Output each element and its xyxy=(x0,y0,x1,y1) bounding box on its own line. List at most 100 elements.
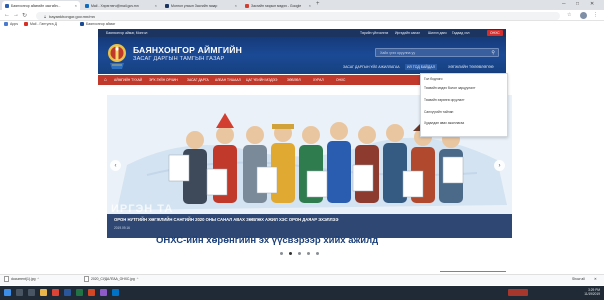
slide-dot-active[interactable] xyxy=(289,252,292,255)
favicon-icon xyxy=(85,3,89,8)
nav-item[interactable]: ЦАГ ҮЕИЙН МЭДЭЭ xyxy=(246,78,277,82)
close-tab-icon[interactable]: × xyxy=(155,3,157,8)
avatar[interactable] xyxy=(580,12,587,19)
plus-icon[interactable]: + xyxy=(316,1,320,7)
minimize-button[interactable]: ─ xyxy=(562,1,566,7)
search-icon[interactable]: ⚲ xyxy=(491,50,495,56)
progress-line xyxy=(440,271,506,272)
tab-title: Mail - Хэрэглэгч@mail.gov.mn xyxy=(91,3,139,8)
powerpoint-icon[interactable] xyxy=(88,289,95,296)
tab-title: Засгийн газрын мэдээ - Google xyxy=(251,3,302,8)
chevron-right-icon: › xyxy=(498,162,501,169)
soyombo-emblem-icon[interactable] xyxy=(106,41,128,71)
nav-item[interactable]: АЛБАН ТУШААЛ xyxy=(215,78,241,82)
home-icon[interactable]: ⌂ xyxy=(104,77,107,83)
nav-item[interactable]: ХУРАЛ xyxy=(313,78,324,82)
close-window-button[interactable]: ✕ xyxy=(590,1,594,7)
slide-dot[interactable] xyxy=(307,252,310,255)
top-link[interactable]: Төрийн үйлчилгээ xyxy=(360,31,388,35)
dropdown-item[interactable]: Төсвийн хөрөнгө оруулалт xyxy=(424,98,465,102)
close-tab-icon[interactable]: × xyxy=(235,3,237,8)
dropdown-item[interactable]: Санхүүгийн тайлан xyxy=(424,110,453,114)
task-view-icon[interactable] xyxy=(28,289,35,296)
nav-item[interactable]: ЭРХ ЗҮЙН ОРЧИН xyxy=(149,78,178,82)
star-icon[interactable]: ☆ xyxy=(567,12,571,18)
back-icon[interactable]: ← xyxy=(4,12,10,18)
subnav-item-active[interactable]: ИЛ ТОД БАЙДАЛ xyxy=(405,64,437,70)
slide-dot[interactable] xyxy=(298,252,301,255)
onhs-badge[interactable]: ОНХС xyxy=(487,30,503,36)
reload-icon[interactable]: ↻ xyxy=(22,12,27,19)
next-slide-button[interactable]: › xyxy=(494,160,505,171)
word-icon[interactable] xyxy=(64,289,71,296)
clock[interactable]: 3:29 PM 11/19/2019 xyxy=(560,288,600,296)
file-icon xyxy=(84,276,89,282)
chevron-up-icon[interactable]: ^ xyxy=(137,277,139,281)
dropdown-item[interactable]: Гол бодлого xyxy=(424,77,443,81)
excel-icon[interactable] xyxy=(76,289,83,296)
banner-caption-title[interactable]: ОРОН НУТГИЙН ХӨГЖЛИЙН САНГИЙН 2020 ОНЫ С… xyxy=(114,217,338,222)
prev-slide-button[interactable]: ‹ xyxy=(110,160,121,171)
paint-icon[interactable] xyxy=(100,289,107,296)
bookmark-label: Mail - Гантулга Д xyxy=(30,22,57,26)
close-tab-icon[interactable]: × xyxy=(309,3,311,8)
apps-icon xyxy=(4,22,8,26)
site-icon xyxy=(80,22,84,26)
tab-title: Монгол улсын Засгийн газар xyxy=(171,3,218,8)
browser-tab[interactable]: Монгол улсын Засгийн газар × xyxy=(162,1,240,10)
slide-dot[interactable] xyxy=(316,252,319,255)
slide-dot[interactable] xyxy=(280,252,283,255)
browser-tab[interactable]: Mail - Хэрэглэгч@mail.gov.mn × xyxy=(82,1,160,10)
address-bar[interactable]: 🔒︎ bayankhongor.gov.mn/mn xyxy=(36,12,560,20)
dropdown-item[interactable]: Төсвийн мэдээ болон зарцуулалт xyxy=(424,86,475,90)
top-link[interactable]: Гадаад хэл xyxy=(452,31,470,35)
chevron-left-icon: ‹ xyxy=(114,162,117,169)
site-subtitle: ЗАСАГ ДАРГЫН ТАМГЫН ГАЗАР xyxy=(133,56,225,62)
favicon-icon xyxy=(245,3,249,8)
explorer-icon[interactable] xyxy=(40,289,47,296)
file-icon xyxy=(4,276,9,282)
top-link[interactable]: Иргэдийн санал xyxy=(395,31,420,35)
subnav-item[interactable]: ХӨГЖЛИЙН ТӨЛӨВЛӨГӨӨ xyxy=(448,65,494,69)
browser-tab[interactable]: Баянхонгор аймгийн засгийн... × xyxy=(2,1,80,10)
site-search-input[interactable]: Хайх үгээ оруулна уу ⚲ xyxy=(375,48,499,57)
chevron-up-icon[interactable]: ^ xyxy=(38,277,40,281)
site-title[interactable]: БАЯНХОНГОР АЙМГИЙН xyxy=(133,45,242,55)
subnav-item[interactable]: ЗАСАГ ДАРГЫН ҮЙЛ АЖИЛЛАГАА xyxy=(343,65,400,69)
download-item[interactable]: 2020_СУДАЛГАА_ОНХС.jpg ^ xyxy=(84,276,138,282)
forward-icon[interactable]: → xyxy=(13,12,19,18)
browser-tab[interactable]: Засгийн газрын мэдээ - Google × xyxy=(242,1,314,10)
show-all-downloads[interactable]: Show all xyxy=(572,277,585,281)
dropdown-item[interactable]: Худалдан авах ажиллагаа xyxy=(424,121,464,125)
url-text: bayankhongor.gov.mn/mn xyxy=(49,13,95,19)
bookmark-label: Apps xyxy=(10,22,18,26)
close-download-bar-icon[interactable]: ✕ xyxy=(594,277,597,281)
nav-item[interactable]: ОНХС xyxy=(336,78,345,82)
download-filename: 2020_СУДАЛГАА_ОНХС.jpg xyxy=(91,277,135,281)
search-icon[interactable] xyxy=(16,289,23,296)
nav-item[interactable]: ЗӨВЛӨЛ xyxy=(287,78,301,82)
download-filename: document(1).jpg xyxy=(11,277,36,281)
outlook-icon[interactable] xyxy=(112,289,119,296)
bookmark-mail[interactable]: Mail - Гантулга Д xyxy=(24,22,57,26)
lock-icon: 🔒︎ xyxy=(44,13,47,19)
chrome-icon[interactable] xyxy=(52,289,59,296)
nav-item[interactable]: АЙМГИЙН ТУХАЙ xyxy=(114,78,142,82)
favicon-icon xyxy=(165,3,169,8)
download-item[interactable]: document(1).jpg ^ xyxy=(4,276,39,282)
menu-icon[interactable]: ⋮ xyxy=(593,12,598,18)
mail-icon xyxy=(24,22,28,26)
favicon-icon xyxy=(5,3,9,8)
nav-item[interactable]: ЗАСАГ ДАРГА xyxy=(187,78,209,82)
top-link[interactable]: Шилэн данс xyxy=(428,31,447,35)
search-placeholder: Хайх үгээ оруулна уу xyxy=(380,50,416,55)
close-tab-icon[interactable]: × xyxy=(75,3,77,8)
bookmark-site[interactable]: Баянхонгор аймаг xyxy=(80,22,115,26)
tab-title: Баянхонгор аймгийн засгийн... xyxy=(11,3,61,8)
dropdown-menu xyxy=(420,73,508,137)
banner-headline: ОНХС-ийн хөрөнгийн эх үүсвэрээр хийх ажи… xyxy=(156,235,379,246)
bookmark-apps[interactable]: Apps xyxy=(4,22,18,26)
maximize-button[interactable]: □ xyxy=(576,1,579,7)
start-icon[interactable] xyxy=(4,289,11,296)
tray-icons[interactable] xyxy=(508,289,528,296)
